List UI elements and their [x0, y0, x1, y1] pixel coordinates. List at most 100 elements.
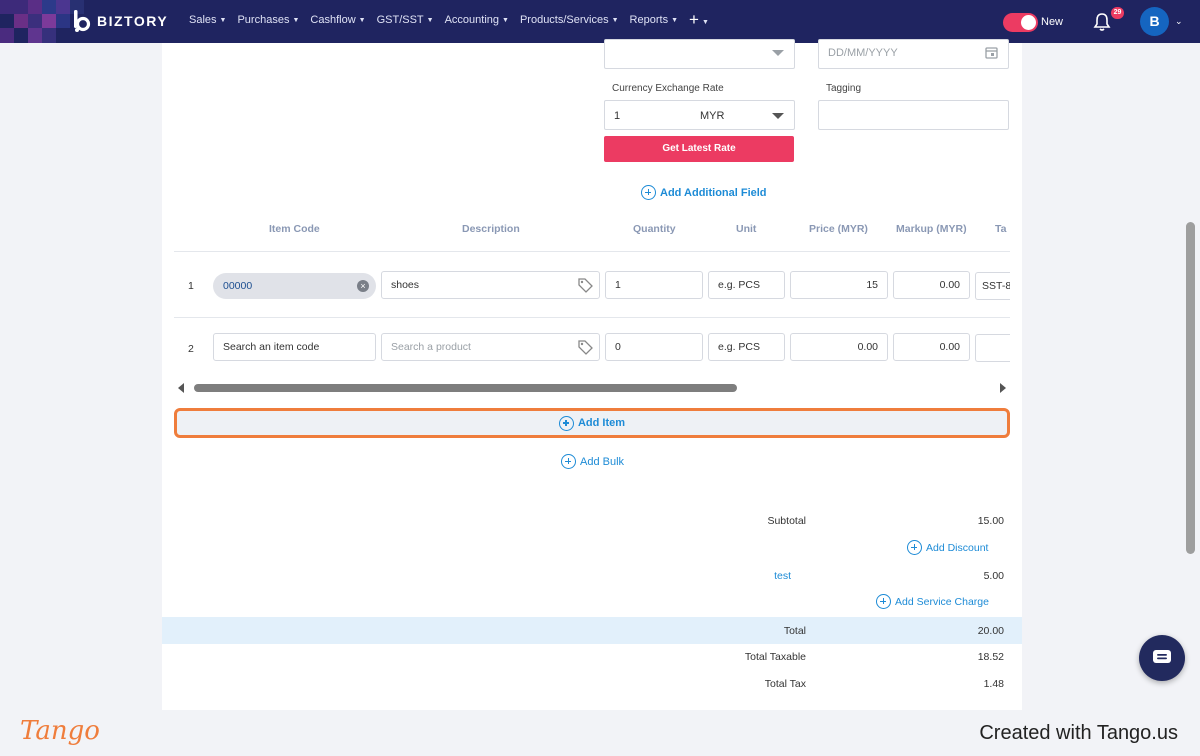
- product-search-placeholder: Search a product: [391, 341, 471, 353]
- quantity-input[interactable]: 0: [605, 333, 703, 361]
- tag-icon[interactable]: [577, 339, 593, 355]
- quantity-input[interactable]: 1: [605, 271, 703, 299]
- service-charge-value: 5.00: [983, 570, 1004, 582]
- price-input[interactable]: 0.00: [790, 333, 888, 361]
- plus-circle-icon: [561, 454, 576, 469]
- col-header-quantity: Quantity: [633, 223, 676, 235]
- header-divider: [174, 251, 1010, 252]
- item-code-search-input[interactable]: Search an item code: [213, 333, 376, 361]
- new-ui-label: New: [1041, 16, 1064, 28]
- chat-icon: [1153, 650, 1171, 663]
- col-header-markup: Markup (MYR): [896, 223, 967, 235]
- calendar-icon: [985, 47, 998, 59]
- get-latest-rate-button[interactable]: Get Latest Rate: [604, 136, 794, 162]
- item-code-chip[interactable]: 00000 ×: [213, 273, 376, 299]
- total-taxable-value: 18.52: [977, 651, 1004, 663]
- plus-circle-icon: [876, 594, 891, 609]
- plus-circle-icon: [641, 185, 656, 200]
- nav-cashflow[interactable]: Cashflow ▼: [310, 14, 365, 28]
- scroll-right-icon[interactable]: [1000, 383, 1006, 393]
- markup-input[interactable]: 0.00: [893, 271, 970, 299]
- top-navbar: BIZTORY Sales ▼ Purchases ▼ Cashflow ▼ GST/…: [0, 0, 1200, 43]
- add-bulk-label: Add Bulk: [580, 455, 625, 468]
- chevron-down-icon[interactable]: ⌄: [1175, 16, 1183, 27]
- table-horizontal-scrollbar[interactable]: [174, 380, 1010, 395]
- subtotal-value: 15.00: [977, 515, 1004, 527]
- price-input[interactable]: 15: [790, 271, 888, 299]
- row-divider: [174, 317, 1010, 318]
- col-header-item-code: Item Code: [269, 223, 320, 235]
- nav-sales[interactable]: Sales ▼: [189, 14, 226, 28]
- plus-circle-icon: [907, 540, 922, 555]
- col-header-price: Price (MYR): [809, 223, 868, 235]
- add-service-charge-link[interactable]: Add Service Charge: [876, 594, 989, 609]
- service-charge-name-link[interactable]: test: [591, 570, 791, 582]
- total-value: 20.00: [977, 625, 1004, 637]
- total-tax-value: 1.48: [983, 678, 1004, 690]
- chevron-down-icon: [772, 50, 784, 56]
- total-tax-label: Total Tax: [764, 678, 806, 690]
- tagging-input[interactable]: [818, 100, 1009, 130]
- total-label: Total: [783, 625, 806, 637]
- nav-purchases[interactable]: Purchases ▼: [237, 14, 299, 28]
- new-ui-toggle[interactable]: [1003, 13, 1038, 32]
- description-input[interactable]: shoes: [381, 271, 600, 299]
- row-number: 1: [188, 280, 194, 292]
- unit-input[interactable]: e.g. PCS: [708, 333, 785, 361]
- main-nav: Sales ▼ Purchases ▼ Cashflow ▼ GST/SST ▼ Acc…: [189, 11, 709, 28]
- total-taxable-label: Total Taxable: [744, 651, 806, 663]
- unit-input[interactable]: e.g. PCS: [708, 271, 785, 299]
- currency-rate-input[interactable]: 1 MYR: [604, 100, 795, 130]
- description-value: shoes: [391, 279, 420, 291]
- add-additional-field-label: Add Additional Field: [660, 186, 767, 199]
- currency-select[interactable]: MYR: [700, 110, 724, 122]
- item-code-value: 00000: [223, 280, 253, 292]
- rate-value: 1: [614, 110, 621, 122]
- col-header-unit: Unit: [736, 223, 757, 235]
- col-header-description: Description: [462, 223, 520, 235]
- product-search-input[interactable]: Search a product: [381, 333, 600, 361]
- partial-select-field[interactable]: [604, 39, 795, 69]
- add-item-button[interactable]: Add Item: [174, 408, 1010, 438]
- total-row: [162, 617, 1022, 644]
- currency-rate-label: Currency Exchange Rate: [612, 83, 724, 94]
- subtotal-label: Subtotal: [767, 515, 806, 527]
- scroll-left-icon[interactable]: [178, 383, 184, 393]
- invoice-form-card: DD/MM/YYYY Currency Exchange Rate Taggin…: [162, 39, 1022, 710]
- tag-icon[interactable]: [577, 277, 593, 293]
- chat-widget-button[interactable]: [1139, 635, 1185, 681]
- nav-gst-sst[interactable]: GST/SST ▼: [377, 14, 434, 28]
- avatar[interactable]: B: [1140, 7, 1169, 36]
- created-with-text: Created with Tango.us: [979, 722, 1178, 744]
- tagging-label: Tagging: [826, 83, 862, 94]
- add-additional-field-link[interactable]: Add Additional Field: [641, 185, 767, 200]
- date-placeholder: DD/MM/YYYY: [828, 47, 898, 59]
- tax-select[interactable]: [975, 334, 1010, 362]
- clear-icon[interactable]: ×: [357, 280, 369, 292]
- nav-accounting[interactable]: Accounting ▼: [445, 14, 509, 28]
- tango-logo: Tango: [20, 716, 100, 746]
- markup-input[interactable]: 0.00: [893, 333, 970, 361]
- date-field[interactable]: DD/MM/YYYY: [818, 39, 1009, 69]
- nav-create-menu[interactable]: + ▼: [689, 11, 709, 28]
- add-service-charge-label: Add Service Charge: [895, 595, 989, 608]
- tango-footer: Tango Created with Tango.us: [0, 710, 1200, 756]
- brand-name: BIZTORY: [97, 13, 169, 29]
- plus-icon: +: [689, 10, 699, 29]
- nav-reports[interactable]: Reports ▼: [630, 14, 678, 28]
- nav-products-services[interactable]: Products/Services ▼: [520, 14, 619, 28]
- col-header-tax: Ta: [995, 223, 1007, 235]
- add-bulk-link[interactable]: Add Bulk: [561, 454, 624, 469]
- plus-circle-icon: [558, 415, 574, 431]
- biztory-logo[interactable]: BIZTORY: [72, 10, 168, 32]
- chevron-down-icon: [772, 113, 784, 119]
- row-number: 2: [188, 343, 194, 355]
- tax-select[interactable]: SST-8: [975, 272, 1010, 300]
- add-item-label: Add Item: [577, 417, 626, 429]
- add-discount-label: Add Discount: [926, 541, 989, 554]
- page-vertical-scrollbar[interactable]: [1186, 222, 1195, 554]
- bell-icon[interactable]: [1093, 12, 1111, 32]
- add-discount-link[interactable]: Add Discount: [907, 540, 988, 555]
- biztory-logo-icon: [72, 10, 92, 32]
- scroll-thumb[interactable]: [194, 384, 737, 392]
